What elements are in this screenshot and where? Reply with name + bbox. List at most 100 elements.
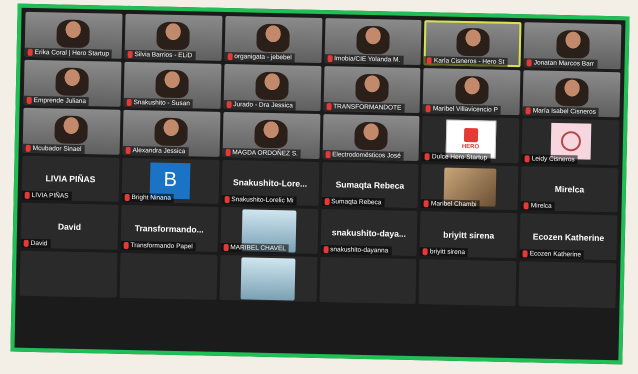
participant-tile[interactable]: Snakushito - Susan [123,61,222,109]
participant-tile[interactable]: Imobia/CIE Yolanda M. [324,18,422,65]
participant-tile[interactable]: Maribel Chambi [420,163,519,211]
participant-name-bar: Jonatan Marcos Barr [523,58,598,69]
participant-tile[interactable]: María Isabel Cisneros [522,70,621,117]
participant-video [356,25,390,55]
participant-tile[interactable]: Emprende Juliana [23,59,122,107]
participant-name-bar: Ecozen Katherine [519,249,585,260]
participant-video [156,21,191,51]
participant-name-bar: Mcubador Sinael [22,143,85,154]
participant-tile[interactable]: LIVIA PIÑAS LIVIA PIÑAS [21,155,120,203]
participant-tile[interactable]: Erika Coral | Hero Startup [24,11,123,59]
participant-name: Bright Ninana [131,194,171,203]
participant-tile[interactable]: Mcubador Sinael [22,107,121,155]
participant-tile[interactable]: Jurado - Dra Jessica [223,63,321,111]
participant-video [454,75,489,105]
mic-muted-icon [227,52,233,60]
mic-muted-icon [26,96,32,104]
participant-tile[interactable]: B Bright Ninana [121,157,220,205]
participant-tile[interactable]: MAGDA ORDOÑEZ S. [222,111,320,159]
participant-video [255,71,289,101]
participant-name: TRANSFORMANDOTE [333,102,402,112]
participant-tile[interactable]: Sumaqta Rebeca Sumaqta Rebeca [321,161,419,209]
participant-name-bar: Leidy Cisneros [521,153,578,164]
participant-tile[interactable]: Electrodomésticos José [322,113,420,161]
participant-name-bar: Dulce Hero Startup [421,151,491,163]
participant-tile[interactable]: Alexandra Jessica [122,109,221,157]
mic-muted-icon [23,240,29,248]
profile-photo [240,257,296,301]
participant-name-bar: LIVIA PIÑAS [21,191,72,202]
participant-name: snakushito-dayanna [330,246,389,255]
mic-muted-icon [327,54,333,63]
mic-muted-icon [223,244,229,252]
participant-name: Transformando Papel [130,242,193,251]
participant-tile[interactable]: briyitt sirena briyitt sirena [419,211,518,259]
participant-video [155,69,190,99]
participant-name-bar: Maribel Chambi [420,199,480,210]
participant-tile[interactable]: Leidy Cisneros [521,117,620,165]
participant-tile[interactable]: organigata - jebebel [224,15,322,63]
participant-tile[interactable]: HERO Dulce Hero Startup [421,115,520,163]
participant-tile[interactable]: Transformando... Transformando Papel [120,205,219,253]
mic-muted-icon [123,242,129,250]
participant-video [555,30,590,59]
participant-tile[interactable]: Karla Cisneros - Hero St [423,20,522,68]
mic-muted-icon [27,48,33,56]
participant-name: Mcubador Sinael [32,144,82,153]
participant-name-bar: Snakushito-Lorelic Mi [221,195,297,206]
participant-name-bar: Maribel Villavicencio P [422,103,501,115]
participant-tile[interactable] [219,255,317,303]
participant-name-bar: Erika Coral | Hero Startup [24,47,113,59]
participant-name: Maribel Villavicencio P [432,105,498,114]
participant-video [55,67,90,96]
participant-name-bar: María Isabel Cisneros [522,105,600,117]
participant-name: organigata - jebebel [234,53,292,62]
mic-muted-icon [124,194,130,202]
participant-video [254,119,288,148]
participant-name-bar: Silvia Barrios - ELiD [124,49,196,61]
participant-name-bar: Karla Cisneros - Hero St [423,55,508,67]
participant-name-bar: Transformando Papel [120,241,196,252]
mic-muted-icon [522,250,528,258]
mic-muted-icon [524,154,530,162]
participant-name-bar: Sumaqta Rebeca [321,197,385,208]
participant-name: Electrodomésticos José [332,150,401,160]
participant-name: Maribel Chambi [430,200,477,209]
participant-tile[interactable]: Silvia Barrios - ELiD [124,13,223,61]
mic-muted-icon [424,152,431,160]
participant-name: Snakushito - Susan [133,98,190,107]
participant-display-name: Transformando... [134,222,204,235]
participant-tile[interactable] [119,253,218,300]
participant-name-bar: snakushito-dayanna [320,245,392,256]
participant-tile[interactable]: Mirelca Mirelca [520,165,619,213]
mic-muted-icon [224,196,230,204]
participant-tile[interactable]: snakushito-daya... snakushito-dayanna [320,209,418,257]
participant-tile[interactable]: TRANSFORMANDOTE [323,65,421,113]
participant-video [56,19,91,49]
participant-video [355,73,389,103]
participant-name-bar: MAGDA ORDOÑEZ S. [222,147,302,159]
participant-tile[interactable]: Ecozen Katherine Ecozen Katherine [519,213,618,261]
participant-name-bar: TRANSFORMANDOTE [323,101,405,113]
participant-video [154,117,189,146]
participant-display-name: Snakushito-Lore... [232,177,308,189]
participant-tile[interactable]: Snakushito-Lore... Snakushito-Lorelic Mi [221,159,319,207]
participant-tile[interactable] [19,251,118,298]
participant-tile[interactable]: Maribel Villavicencio P [422,67,521,115]
mic-muted-icon [125,146,131,154]
participant-tile[interactable] [418,259,517,307]
participant-name: David [30,240,48,248]
participant-name-bar: Alexandra Jessica [122,145,189,156]
participant-tile[interactable] [319,257,417,305]
mic-muted-icon [423,200,430,208]
participant-video [554,77,589,107]
mic-muted-icon [422,248,428,256]
participant-gallery: Erika Coral | Hero Startup Silvia Barrios… [19,11,622,356]
participant-tile[interactable]: Jonatan Marcos Barr [523,22,622,70]
participant-tile[interactable]: David David [20,203,119,251]
participant-name-bar: MARIBEL CHAVEL [220,243,290,254]
participant-name: Karla Cisneros - Hero St [433,57,505,66]
participant-tile[interactable]: MARIBEL CHAVEL [220,207,318,255]
mic-muted-icon [324,198,330,206]
participant-tile[interactable] [518,261,617,309]
